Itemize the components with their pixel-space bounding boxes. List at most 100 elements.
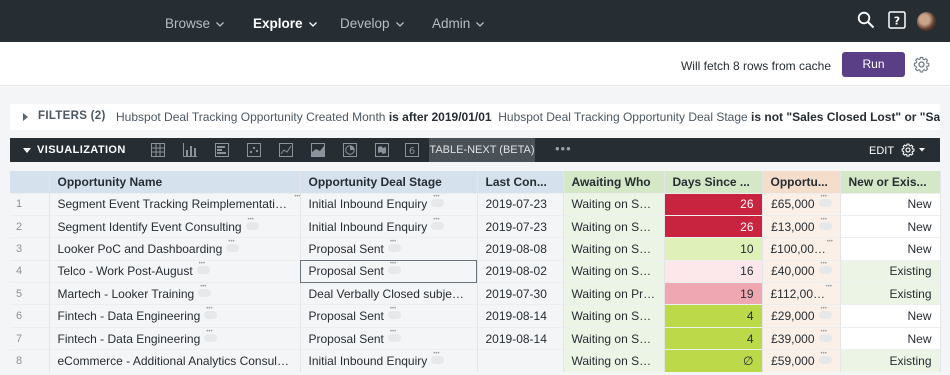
single-value-icon[interactable]: 6 <box>405 143 419 157</box>
cell-menu-icon[interactable] <box>818 351 832 365</box>
cell-menu-icon[interactable] <box>818 194 832 208</box>
cell-menu-icon[interactable] <box>204 306 218 320</box>
edit-button[interactable]: EDIT <box>869 145 894 157</box>
cell-menu-icon[interactable] <box>818 261 832 275</box>
cell-menu-icon[interactable] <box>204 329 218 342</box>
opportunity-name-cell[interactable]: Fintech - Data Engineering <box>49 326 301 350</box>
cell-menu-icon[interactable] <box>387 239 401 252</box>
collapse-caret-icon[interactable] <box>23 148 31 153</box>
cell-menu-icon[interactable] <box>818 217 832 230</box>
pie-chart-icon[interactable] <box>343 143 357 157</box>
days-since-cell[interactable]: 26 <box>664 214 763 238</box>
opportunity-value-cell[interactable]: £100,000 <box>762 237 841 261</box>
cell-menu-icon[interactable] <box>818 306 832 320</box>
new-or-existing-cell[interactable]: Existing <box>840 349 941 373</box>
bar-chart-icon[interactable] <box>183 143 197 157</box>
opportunity-name-cell[interactable]: eCommerce - Additional Analytics Consult… <box>49 349 301 373</box>
days-since-cell[interactable]: ∅ <box>664 349 763 373</box>
deal-stage-cell-selected[interactable]: Proposal Sent <box>300 259 478 283</box>
map-icon[interactable] <box>375 143 389 157</box>
days-since-cell[interactable]: 19 <box>664 282 763 305</box>
tab-table-next[interactable]: TABLE-NEXT (BETA) <box>429 138 535 162</box>
opportunity-name-cell[interactable]: Looker PoC and Dashboarding <box>49 237 301 261</box>
awaiting-who-cell[interactable]: Waiting on Sale... <box>563 259 665 283</box>
column-header-opportunity-value[interactable]: Opportu... <box>762 171 841 193</box>
deal-stage-cell[interactable]: Proposal Sent <box>300 326 478 350</box>
table-icon[interactable] <box>151 143 165 157</box>
column-header-days-since[interactable]: Days Since ... <box>664 171 763 193</box>
settings-gear-icon[interactable] <box>901 143 929 160</box>
cell-menu-icon[interactable] <box>198 284 212 297</box>
avatar[interactable] <box>917 12 936 31</box>
nav-admin[interactable]: Admin <box>432 0 485 42</box>
last-contact-cell[interactable]: 2019-07-30 <box>477 282 564 305</box>
scatter-icon[interactable] <box>247 143 261 157</box>
cell-menu-icon[interactable] <box>196 261 210 275</box>
new-or-existing-cell[interactable]: Existing <box>840 282 941 305</box>
search-icon[interactable] <box>857 11 875 32</box>
awaiting-who-cell[interactable]: Waiting on Sale... <box>563 192 665 216</box>
new-or-existing-cell[interactable]: New <box>840 304 941 328</box>
awaiting-who-cell[interactable]: Waiting on Sale... <box>563 326 665 350</box>
run-button[interactable]: Run <box>842 52 905 77</box>
cell-menu-icon[interactable] <box>431 217 445 230</box>
awaiting-who-cell[interactable]: Waiting on Sale... <box>563 304 665 328</box>
days-since-cell[interactable]: 4 <box>664 304 763 328</box>
awaiting-who-cell[interactable]: Waiting on Sale... <box>563 214 665 238</box>
last-contact-cell[interactable]: 2019-08-08 <box>477 237 564 261</box>
last-contact-cell[interactable] <box>477 349 564 373</box>
line-chart-icon[interactable] <box>279 143 293 157</box>
awaiting-who-cell[interactable]: Waiting on Sale... <box>563 349 665 373</box>
gear-icon[interactable] <box>913 56 930 76</box>
awaiting-who-cell[interactable]: Waiting on Pros... <box>563 282 665 305</box>
days-since-cell[interactable]: 10 <box>664 237 763 261</box>
last-contact-cell[interactable]: 2019-08-14 <box>477 326 564 350</box>
days-since-cell[interactable]: 4 <box>664 326 763 350</box>
help-icon[interactable]: ? <box>888 11 906 33</box>
column-header-last-contact[interactable]: Last Con... <box>477 171 564 193</box>
opportunity-name-cell[interactable]: Fintech - Data Engineering <box>49 304 301 328</box>
column-chart-icon[interactable] <box>215 143 229 157</box>
opportunity-value-cell[interactable]: £29,000 <box>762 304 841 328</box>
opportunity-value-cell[interactable]: £39,000 <box>762 326 841 350</box>
deal-stage-cell[interactable]: Proposal Sent <box>300 304 478 328</box>
deal-stage-cell[interactable]: Deal Verbally Closed subject ... <box>300 282 478 305</box>
nav-explore[interactable]: Explore <box>253 0 317 42</box>
opportunity-name-cell[interactable]: Segment Event Tracking Reimplementation <box>49 192 301 216</box>
opportunity-value-cell[interactable]: £40,000 <box>762 259 841 283</box>
cell-menu-icon[interactable] <box>387 261 401 275</box>
new-or-existing-cell[interactable]: New <box>840 237 941 261</box>
last-contact-cell[interactable]: 2019-07-23 <box>477 214 564 238</box>
nav-browse[interactable]: Browse <box>165 0 224 42</box>
deal-stage-cell[interactable]: Initial Inbound Enquiry <box>300 349 478 373</box>
cell-menu-icon[interactable] <box>387 306 401 320</box>
more-visualizations-button[interactable]: ••• <box>555 141 572 156</box>
opportunity-name-cell[interactable]: Telco - Work Post-August <box>49 259 301 283</box>
new-or-existing-cell[interactable]: New <box>840 214 941 238</box>
days-since-cell[interactable]: 26 <box>664 192 763 216</box>
column-header-deal-stage[interactable]: Opportunity Deal Stage <box>300 171 478 193</box>
cell-menu-icon[interactable] <box>818 329 832 342</box>
awaiting-who-cell[interactable]: Waiting on Sale... <box>563 237 665 261</box>
filters-section[interactable]: FILTERS (2) Hubspot Deal Tracking Opport… <box>10 104 940 130</box>
cell-menu-icon[interactable] <box>292 194 299 208</box>
cell-menu-icon[interactable] <box>823 284 837 297</box>
new-or-existing-cell[interactable]: New <box>840 192 941 216</box>
deal-stage-cell[interactable]: Proposal Sent <box>300 237 478 261</box>
column-header-awaiting-who[interactable]: Awaiting Who <box>563 171 665 193</box>
opportunity-value-cell[interactable]: £65,000 <box>762 192 841 216</box>
cell-menu-icon[interactable] <box>387 329 401 342</box>
cell-menu-icon[interactable] <box>245 217 259 230</box>
cell-menu-icon[interactable] <box>226 239 240 252</box>
new-or-existing-cell[interactable]: Existing <box>840 259 941 283</box>
opportunity-value-cell[interactable]: £112,000 <box>762 282 841 305</box>
opportunity-name-cell[interactable]: Martech - Looker Training <box>49 282 301 305</box>
last-contact-cell[interactable]: 2019-07-23 <box>477 192 564 216</box>
cell-menu-icon[interactable] <box>824 239 838 252</box>
cell-menu-icon[interactable] <box>431 351 445 365</box>
new-or-existing-cell[interactable]: New <box>840 326 941 350</box>
area-chart-icon[interactable] <box>311 143 325 157</box>
nav-develop[interactable]: Develop <box>340 0 404 42</box>
column-header-opportunity-name[interactable]: Opportunity Name <box>49 171 301 193</box>
opportunity-name-cell[interactable]: Segment Identify Event Consulting <box>49 214 301 238</box>
